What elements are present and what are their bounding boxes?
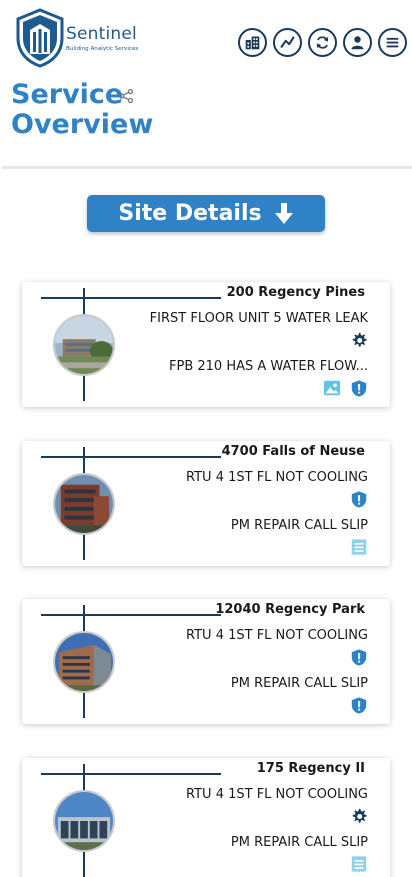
site-address: 200 Regency Pines <box>226 285 365 300</box>
site-details-button[interactable]: Site Details <box>87 195 325 232</box>
menu-button[interactable] <box>378 28 407 57</box>
card-rule-horizontal <box>41 614 221 616</box>
card-rule-horizontal <box>41 773 221 775</box>
alert-shield-icon[interactable] <box>350 379 368 398</box>
alert-shield-icon[interactable] <box>350 648 368 667</box>
user-icon <box>351 36 364 50</box>
site-details-label: Site Details <box>118 201 262 226</box>
gear-icon[interactable] <box>350 807 368 826</box>
shield-building-icon <box>16 8 64 68</box>
analytics-button[interactable] <box>273 28 302 57</box>
gear-icon[interactable] <box>350 331 368 350</box>
analytics-icon <box>280 36 295 48</box>
sentinel-logo[interactable]: Sentinel Building Analytic Services <box>14 8 144 68</box>
building-photo-icon <box>55 316 113 374</box>
site-card[interactable]: 12040 Regency Park RTU 4 1ST FL NOT COOL… <box>22 599 390 724</box>
site-photo <box>53 314 115 376</box>
issue-title[interactable]: PM REPAIR CALL SLIP <box>231 676 368 691</box>
site-card[interactable]: 4700 Falls of Neuse RTU 4 1ST FL NOT COO… <box>22 441 390 566</box>
sync-icon <box>316 36 329 49</box>
alert-shield-icon[interactable] <box>350 696 368 715</box>
site-address: 12040 Regency Park <box>215 602 365 617</box>
arrow-down-icon <box>274 202 293 224</box>
profile-button[interactable] <box>343 28 372 57</box>
image-icon[interactable] <box>323 379 341 397</box>
issue-title[interactable]: RTU 4 1ST FL NOT COOLING <box>186 470 368 485</box>
building-photo-icon <box>55 792 113 850</box>
refresh-button[interactable] <box>308 28 337 57</box>
site-address: 4700 Falls of Neuse <box>221 444 365 459</box>
buildings-icon <box>245 36 260 50</box>
receipt-icon[interactable] <box>350 538 368 557</box>
site-photo <box>53 631 115 693</box>
site-photo <box>53 790 115 852</box>
site-card[interactable]: 200 Regency Pines FIRST FLOOR UNIT 5 WAT… <box>22 282 390 407</box>
issue-title[interactable]: RTU 4 1ST FL NOT COOLING <box>186 787 368 802</box>
menu-icon <box>386 37 399 48</box>
issue-title[interactable]: FPB 210 HAS A WATER FLOW... <box>169 359 368 374</box>
app-header: Sentinel Building Analytic Services <box>0 0 412 72</box>
card-rule-horizontal <box>41 297 221 299</box>
header-divider <box>2 166 412 169</box>
site-card[interactable]: 175 Regency II RTU 4 1ST FL NOT COOLING … <box>22 758 390 877</box>
header-nav <box>238 28 407 58</box>
site-photo <box>53 473 115 535</box>
issue-title[interactable]: RTU 4 1ST FL NOT COOLING <box>186 628 368 643</box>
issue-title[interactable]: PM REPAIR CALL SLIP <box>231 518 368 533</box>
issue-title[interactable]: FIRST FLOOR UNIT 5 WATER LEAK <box>150 311 368 326</box>
receipt-icon[interactable] <box>350 855 368 874</box>
issue-title[interactable]: PM REPAIR CALL SLIP <box>231 835 368 850</box>
brand-tagline: Building Analytic Services <box>66 46 139 52</box>
building-photo-icon <box>55 475 113 533</box>
alert-shield-icon[interactable] <box>350 490 368 509</box>
share-icon[interactable] <box>118 88 134 104</box>
buildings-button[interactable] <box>238 28 267 57</box>
site-address: 175 Regency II <box>256 761 365 776</box>
brand-name: Sentinel <box>66 24 137 44</box>
building-photo-icon <box>55 633 113 691</box>
card-rule-horizontal <box>41 456 221 458</box>
